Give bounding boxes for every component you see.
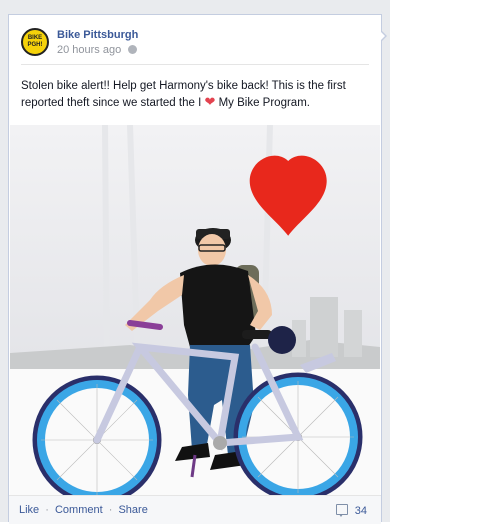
post-header: BIKE PGH! Bike Pittsburgh 20 hours ago: [21, 28, 371, 60]
heart-icon: ❤: [204, 94, 216, 109]
comment-count[interactable]: 34: [335, 504, 367, 517]
message-text-end: My Bike Program.: [215, 97, 310, 109]
post-footer: Like · Comment · Share 34: [9, 495, 381, 524]
action-separator: ·: [45, 504, 49, 516]
comment-icon: [335, 504, 348, 517]
page-avatar[interactable]: BIKE PGH!: [21, 28, 49, 56]
photo-illustration: [10, 125, 380, 495]
like-link[interactable]: Like: [19, 504, 39, 516]
action-separator: ·: [108, 504, 113, 516]
header-divider: [21, 64, 369, 65]
post-card: BIKE PGH! Bike Pittsburgh 20 hours ago S…: [8, 14, 382, 524]
avatar-text-bottom: PGH!: [27, 42, 43, 48]
share-link[interactable]: Share: [118, 504, 147, 516]
post-timestamp[interactable]: 20 hours ago: [57, 44, 121, 56]
post-photo[interactable]: [10, 125, 380, 495]
comment-count-value: 34: [354, 505, 367, 517]
globe-icon[interactable]: [128, 45, 138, 54]
comment-link[interactable]: Comment: [55, 504, 103, 516]
post-meta: 20 hours ago: [57, 44, 138, 56]
author-name[interactable]: Bike Pittsburgh: [57, 29, 138, 41]
avatar-text-top: BIKE: [27, 35, 43, 41]
post-actions: Like · Comment · Share: [19, 504, 148, 516]
timeline-pointer-inner: [380, 31, 385, 41]
post-message: Stolen bike alert!! Help get Harmony's b…: [21, 78, 371, 111]
